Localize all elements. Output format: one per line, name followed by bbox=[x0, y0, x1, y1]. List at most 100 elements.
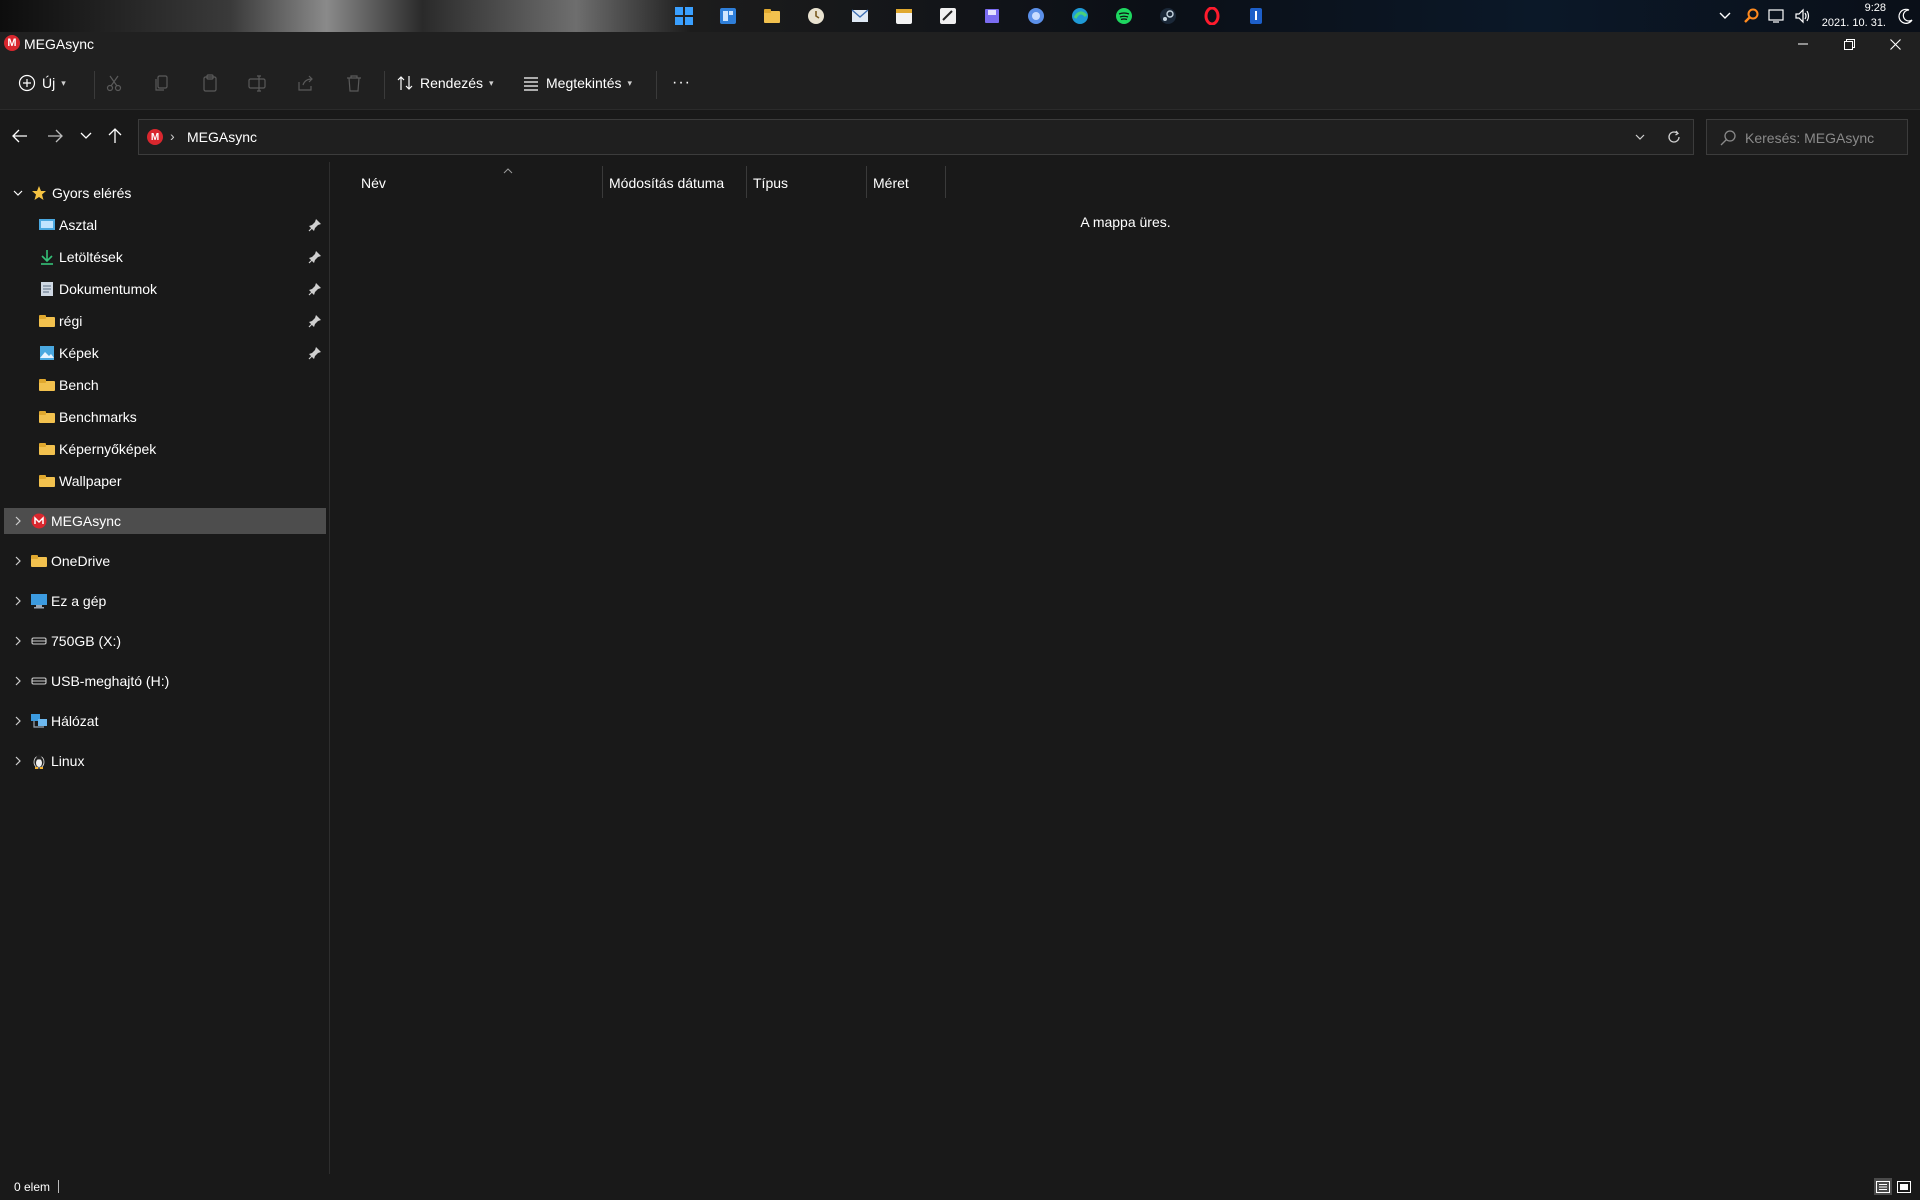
nav-item-desktop[interactable]: Asztal bbox=[4, 212, 326, 238]
navigation-pane: Gyors elérés Asztal Letöltések Dokumentu… bbox=[0, 162, 330, 1174]
search-box[interactable] bbox=[1706, 119, 1908, 155]
minimize-button[interactable] bbox=[1780, 32, 1826, 56]
forward-button[interactable] bbox=[43, 124, 67, 148]
notes-icon[interactable] bbox=[926, 4, 970, 28]
chevron-right-icon[interactable] bbox=[10, 633, 26, 649]
column-divider[interactable] bbox=[602, 166, 603, 198]
large-icons-view-button[interactable] bbox=[1895, 1178, 1913, 1195]
file-explorer-icon[interactable] bbox=[750, 4, 794, 28]
clock-time: 9:28 bbox=[1864, 2, 1886, 14]
column-header-size[interactable]: Méret bbox=[873, 168, 943, 198]
breadcrumb-chevron-icon[interactable]: › bbox=[170, 128, 175, 144]
drive-icon bbox=[30, 632, 48, 650]
recent-locations-button[interactable] bbox=[74, 124, 98, 148]
chevron-down-icon: ▾ bbox=[627, 77, 633, 88]
sort-button[interactable]: Rendezés ▾ bbox=[396, 68, 494, 98]
opera-icon[interactable] bbox=[1190, 4, 1234, 28]
network-icon[interactable] bbox=[1764, 0, 1790, 32]
focus-moon-icon[interactable] bbox=[1892, 0, 1920, 32]
share-button[interactable] bbox=[294, 71, 318, 95]
spotify-icon[interactable] bbox=[1102, 4, 1146, 28]
clock-app-icon[interactable] bbox=[794, 4, 838, 28]
sort-button-label: Rendezés bbox=[420, 75, 484, 91]
more-options-button[interactable]: ··· bbox=[672, 68, 691, 98]
view-button[interactable]: Megtekintés ▾ bbox=[522, 68, 632, 98]
nav-quick-access[interactable]: Gyors elérés bbox=[4, 180, 326, 206]
nav-item-bench[interactable]: Bench bbox=[4, 372, 326, 398]
chevron-right-icon[interactable] bbox=[10, 753, 26, 769]
clock-date: 2021. 10. 31. bbox=[1821, 17, 1886, 29]
nav-item-pictures[interactable]: Képek bbox=[4, 340, 326, 366]
chat-app-icon[interactable] bbox=[1014, 4, 1058, 28]
edge-icon[interactable] bbox=[1058, 4, 1102, 28]
widgets-icon[interactable] bbox=[706, 4, 750, 28]
nav-item-screenshots[interactable]: Képernyőképek bbox=[4, 436, 326, 462]
rename-button[interactable] bbox=[246, 71, 270, 95]
paste-button[interactable] bbox=[198, 71, 222, 95]
nav-item-regi[interactable]: régi bbox=[4, 308, 326, 334]
copy-button[interactable] bbox=[150, 71, 174, 95]
column-divider[interactable] bbox=[866, 166, 867, 198]
refresh-button[interactable] bbox=[1663, 126, 1685, 148]
column-divider[interactable] bbox=[945, 166, 946, 198]
nav-label: Képek bbox=[59, 345, 99, 361]
restore-button[interactable] bbox=[1826, 32, 1872, 56]
details-view-button[interactable] bbox=[1874, 1178, 1892, 1195]
nav-item-benchmarks[interactable]: Benchmarks bbox=[4, 404, 326, 430]
nav-item-linux[interactable]: Linux bbox=[4, 748, 326, 774]
address-history-button[interactable] bbox=[1629, 126, 1651, 148]
nav-label: Képernyőképek bbox=[59, 441, 157, 457]
nav-item-megasync[interactable]: MEGAsync bbox=[4, 508, 326, 534]
address-bar[interactable]: M › MEGAsync bbox=[138, 119, 1694, 155]
mail-icon[interactable] bbox=[838, 4, 882, 28]
breadcrumb-location[interactable]: MEGAsync bbox=[187, 129, 257, 145]
chevron-right-icon[interactable] bbox=[10, 713, 26, 729]
new-button[interactable]: Új ▾ bbox=[18, 68, 66, 98]
pin-icon bbox=[308, 347, 321, 360]
column-header-name[interactable]: Név bbox=[361, 168, 611, 198]
nav-label: Wallpaper bbox=[59, 473, 122, 489]
chevron-right-icon[interactable] bbox=[10, 593, 26, 609]
column-header-label: Méret bbox=[873, 175, 909, 191]
column-header-type[interactable]: Típus bbox=[753, 168, 863, 198]
nav-item-documents[interactable]: Dokumentumok bbox=[4, 276, 326, 302]
new-button-label: Új bbox=[42, 75, 56, 91]
clock[interactable]: 9:28 2021. 10. 31. bbox=[1816, 1, 1892, 31]
nav-item-this-pc[interactable]: Ez a gép bbox=[4, 588, 326, 614]
pin-icon bbox=[308, 251, 321, 264]
search-input[interactable] bbox=[1745, 128, 1903, 148]
nav-item-wallpaper[interactable]: Wallpaper bbox=[4, 468, 326, 494]
chevron-right-icon[interactable] bbox=[10, 673, 26, 689]
nav-item-downloads[interactable]: Letöltések bbox=[4, 244, 326, 270]
nav-item-onedrive[interactable]: OneDrive bbox=[4, 548, 326, 574]
search-icon bbox=[1719, 129, 1737, 147]
chevron-right-icon[interactable] bbox=[10, 513, 26, 529]
nav-label: Gyors elérés bbox=[52, 185, 132, 201]
empty-folder-message: A mappa üres. bbox=[1080, 214, 1171, 230]
chevron-right-icon[interactable] bbox=[10, 553, 26, 569]
calendar-icon[interactable] bbox=[882, 4, 926, 28]
large-icons-view-icon bbox=[1897, 1180, 1911, 1193]
column-header-modified[interactable]: Módosítás dátuma bbox=[609, 168, 745, 198]
nav-item-usb-drive[interactable]: USB-meghajtó (H:) bbox=[4, 668, 326, 694]
nav-item-network[interactable]: Hálózat bbox=[4, 708, 326, 734]
chevron-down-icon[interactable] bbox=[10, 185, 26, 201]
nav-item-drive-x[interactable]: 750GB (X:) bbox=[4, 628, 326, 654]
windows-start-icon[interactable] bbox=[662, 4, 706, 28]
chevron-up-icon[interactable] bbox=[1712, 0, 1738, 32]
volume-icon[interactable] bbox=[1790, 0, 1816, 32]
back-button[interactable] bbox=[8, 124, 32, 148]
up-button[interactable] bbox=[103, 124, 127, 148]
details-view-icon bbox=[1876, 1180, 1890, 1193]
arrow-up-icon bbox=[108, 128, 122, 143]
desktop-icon bbox=[38, 216, 56, 234]
delete-button[interactable] bbox=[342, 71, 366, 95]
cut-button[interactable] bbox=[102, 71, 126, 95]
column-divider[interactable] bbox=[746, 166, 747, 198]
security-icon[interactable] bbox=[1234, 4, 1278, 28]
close-button[interactable] bbox=[1872, 32, 1918, 56]
file-list[interactable]: Név Módosítás dátuma Típus Méret A mappa… bbox=[331, 162, 1920, 1174]
steam-icon[interactable] bbox=[1146, 4, 1190, 28]
search-tray-icon[interactable] bbox=[1738, 0, 1764, 32]
save-app-icon[interactable] bbox=[970, 4, 1014, 28]
